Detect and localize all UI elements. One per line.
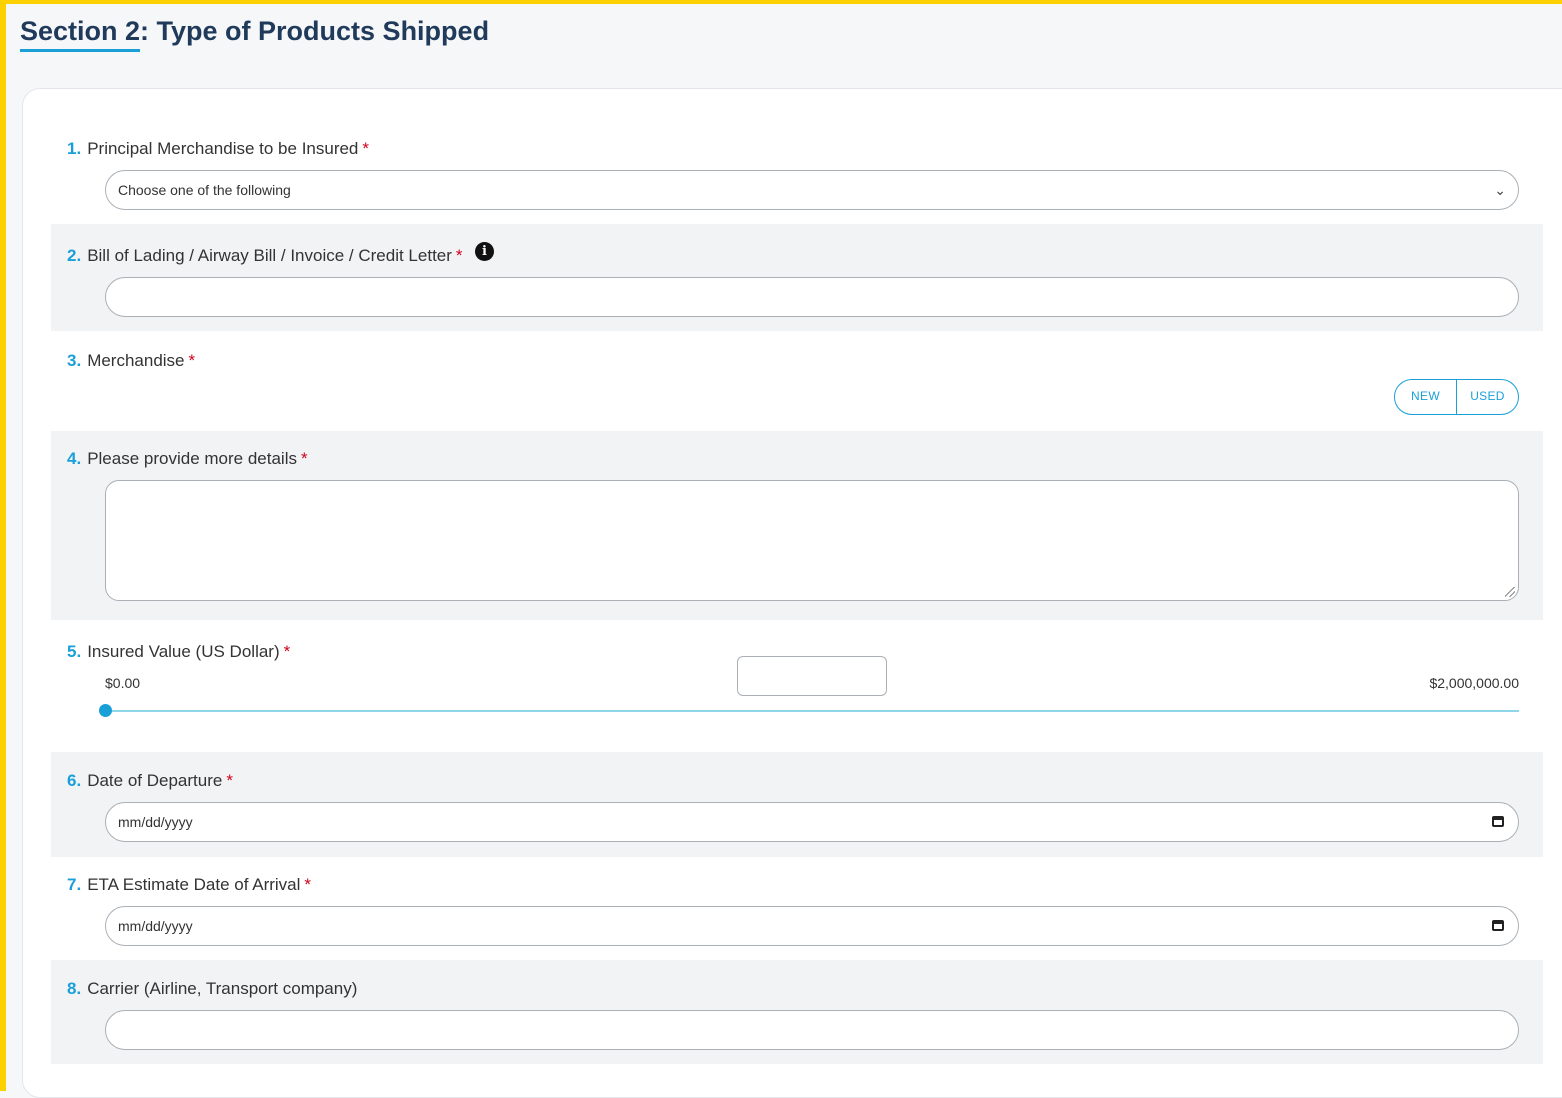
- page-frame: Section 2: Type of Products Shipped 1. Pr…: [0, 0, 1562, 1098]
- question-5-label: 5. Insured Value (US Dollar) *: [67, 642, 290, 662]
- question-number: 1.: [67, 139, 82, 158]
- question-1: 1. Principal Merchandise to be Insured * C…: [51, 89, 1543, 219]
- question-4-label: 4. Please provide more details *: [67, 449, 308, 469]
- section-name: : Type of Products Shipped: [140, 16, 490, 46]
- question-4: 4. Please provide more details *: [51, 431, 1543, 620]
- question-7-label: 7. ETA Estimate Date of Arrival *: [67, 875, 311, 895]
- used-option-button[interactable]: USED: [1456, 380, 1518, 414]
- calendar-icon[interactable]: [1492, 816, 1504, 827]
- new-option-button[interactable]: NEW: [1395, 380, 1456, 414]
- required-marker: *: [362, 139, 370, 158]
- required-marker: *: [188, 351, 196, 370]
- section-title: Section 2: Type of Products Shipped: [20, 16, 490, 52]
- question-number: 5.: [67, 642, 82, 661]
- resize-handle-icon[interactable]: [1505, 587, 1515, 597]
- departure-date-input[interactable]: mm/dd/yyyy: [105, 802, 1519, 842]
- question-number: 3.: [67, 351, 82, 370]
- required-marker: *: [283, 642, 291, 661]
- question-2: 2. Bill of Lading / Airway Bill / Invoice…: [51, 224, 1543, 331]
- question-6-label: 6. Date of Departure *: [67, 771, 233, 791]
- info-icon[interactable]: i: [475, 242, 494, 261]
- required-marker: *: [304, 875, 312, 894]
- carrier-input[interactable]: [105, 1010, 1519, 1050]
- question-3: 3. Merchandise * NEW USED: [51, 331, 1543, 431]
- question-text: Please provide more details: [87, 449, 297, 468]
- date-placeholder: mm/dd/yyyy: [118, 814, 193, 830]
- question-6: 6. Date of Departure * mm/dd/yyyy: [51, 752, 1543, 857]
- question-number: 8.: [67, 979, 82, 998]
- more-details-textarea[interactable]: [105, 480, 1519, 601]
- slider-max-label: $2,000,000.00: [1429, 675, 1519, 691]
- insured-value-slider-thumb[interactable]: [99, 704, 112, 717]
- arrival-date-input[interactable]: mm/dd/yyyy: [105, 906, 1519, 946]
- slider-min-label: $0.00: [105, 675, 141, 691]
- bill-of-lading-input[interactable]: [105, 277, 1519, 317]
- question-number: 4.: [67, 449, 82, 468]
- question-number: 2.: [67, 246, 82, 265]
- question-text: Principal Merchandise to be Insured: [87, 139, 359, 158]
- principal-merchandise-select[interactable]: Choose one of the following ⌄: [105, 170, 1519, 210]
- question-1-label: 1. Principal Merchandise to be Insured *: [67, 139, 369, 159]
- required-marker: *: [455, 246, 463, 265]
- form-card: 1. Principal Merchandise to be Insured * C…: [22, 88, 1562, 1098]
- required-marker: *: [300, 449, 308, 468]
- question-7: 7. ETA Estimate Date of Arrival * mm/dd/yy…: [51, 857, 1543, 960]
- question-text: Carrier (Airline, Transport company): [87, 979, 358, 998]
- question-number: 7.: [67, 875, 82, 894]
- question-3-label: 3. Merchandise *: [67, 351, 195, 371]
- question-5: 5. Insured Value (US Dollar) * $0.00 $2,00…: [51, 620, 1543, 752]
- question-text: Date of Departure: [87, 771, 223, 790]
- required-marker: *: [226, 771, 233, 790]
- date-placeholder: mm/dd/yyyy: [118, 918, 193, 934]
- question-number: 6.: [67, 771, 82, 790]
- calendar-icon[interactable]: [1492, 920, 1504, 931]
- select-value: Choose one of the following: [118, 182, 291, 198]
- question-2-label: 2. Bill of Lading / Airway Bill / Invoice…: [67, 246, 463, 266]
- question-8: 8. Carrier (Airline, Transport company): [51, 960, 1543, 1064]
- question-text: Merchandise: [87, 351, 185, 370]
- insured-value-slider-track[interactable]: [105, 710, 1519, 712]
- question-8-label: 8. Carrier (Airline, Transport company): [67, 979, 357, 999]
- question-text: ETA Estimate Date of Arrival: [87, 875, 301, 894]
- merchandise-condition-toggle: NEW USED: [1394, 379, 1519, 415]
- question-text: Insured Value (US Dollar): [87, 642, 280, 661]
- chevron-down-icon: ⌄: [1494, 182, 1506, 198]
- insured-value-input[interactable]: [737, 656, 887, 696]
- section-number: Section 2: [20, 16, 141, 52]
- question-text: Bill of Lading / Airway Bill / Invoice /…: [87, 246, 452, 265]
